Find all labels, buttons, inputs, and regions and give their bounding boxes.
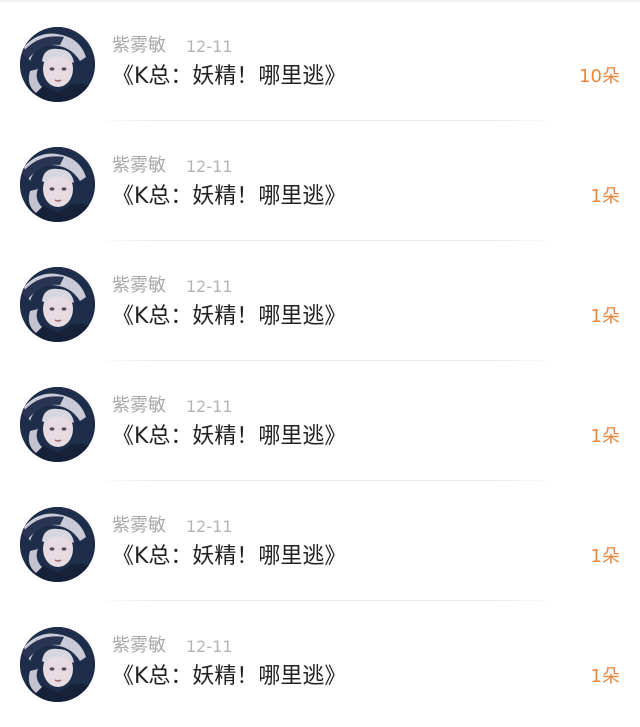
timestamp: 12-11 [186, 517, 233, 536]
gift-count: 1朵 [590, 186, 620, 207]
username[interactable]: 紫雾敏 [112, 636, 166, 656]
avatar-image [20, 387, 95, 462]
avatar-image [20, 27, 95, 102]
avatar-image [20, 627, 95, 702]
username[interactable]: 紫雾敏 [112, 36, 166, 56]
username[interactable]: 紫雾敏 [112, 516, 166, 536]
list-item[interactable]: 紫雾敏 12-11 《K总：妖精！哪里逃》 1朵 [0, 120, 640, 241]
book-title[interactable]: 《K总：妖精！哪里逃》 [112, 544, 346, 570]
username[interactable]: 紫雾敏 [112, 276, 166, 296]
username[interactable]: 紫雾敏 [112, 396, 166, 416]
gift-count: 1朵 [590, 426, 620, 447]
gift-count: 1朵 [590, 306, 620, 327]
avatar[interactable] [20, 507, 95, 582]
gift-count: 10朵 [579, 66, 620, 87]
list-item[interactable]: 紫雾敏 12-11 《K总：妖精！哪里逃》 10朵 [0, 0, 640, 121]
avatar[interactable] [20, 147, 95, 222]
username[interactable]: 紫雾敏 [112, 156, 166, 176]
list-item[interactable]: 紫雾敏 12-11 《K总：妖精！哪里逃》 1朵 [0, 600, 640, 720]
timestamp: 12-11 [186, 277, 233, 296]
avatar[interactable] [20, 627, 95, 702]
avatar-image [20, 147, 95, 222]
book-title[interactable]: 《K总：妖精！哪里逃》 [112, 664, 346, 690]
avatar-image [20, 507, 95, 582]
book-title[interactable]: 《K总：妖精！哪里逃》 [112, 64, 346, 90]
avatar[interactable] [20, 387, 95, 462]
avatar[interactable] [20, 27, 95, 102]
timestamp: 12-11 [186, 157, 233, 176]
list-item[interactable]: 紫雾敏 12-11 《K总：妖精！哪里逃》 1朵 [0, 480, 640, 601]
avatar-image [20, 267, 95, 342]
gift-count: 1朵 [590, 666, 620, 687]
book-title[interactable]: 《K总：妖精！哪里逃》 [112, 184, 346, 210]
book-title[interactable]: 《K总：妖精！哪里逃》 [112, 424, 346, 450]
gift-count: 1朵 [590, 546, 620, 567]
book-title[interactable]: 《K总：妖精！哪里逃》 [112, 304, 346, 330]
list-item[interactable]: 紫雾敏 12-11 《K总：妖精！哪里逃》 1朵 [0, 240, 640, 361]
timestamp: 12-11 [186, 397, 233, 416]
timestamp: 12-11 [186, 637, 233, 656]
avatar[interactable] [20, 267, 95, 342]
list-item[interactable]: 紫雾敏 12-11 《K总：妖精！哪里逃》 1朵 [0, 360, 640, 481]
timestamp: 12-11 [186, 37, 233, 56]
